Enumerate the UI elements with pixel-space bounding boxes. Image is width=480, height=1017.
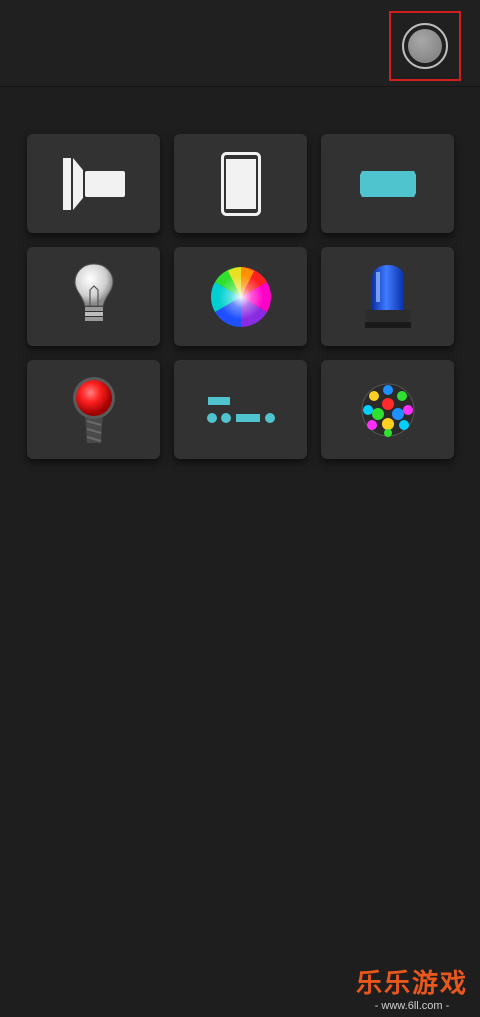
light-bulb-icon — [73, 262, 114, 328]
watermark-url: - www.6ll.com - — [374, 1000, 450, 1012]
blue-siren-icon — [364, 264, 411, 328]
top-bar — [0, 0, 480, 87]
watermark-title: 乐乐游戏 — [355, 969, 468, 999]
red-beacon-icon — [72, 376, 115, 443]
tile-color-wheel[interactable] — [174, 247, 307, 346]
phone-screen-icon — [220, 151, 261, 216]
tile-bulb[interactable] — [27, 247, 160, 346]
flashlight-icon — [62, 157, 125, 210]
disco-ball-icon — [361, 383, 414, 437]
settings-toggle-button[interactable] — [389, 11, 461, 81]
watermark: 乐乐游戏 - www.6ll.com - — [356, 969, 468, 1013]
tile-screen-light[interactable] — [174, 134, 307, 233]
tile-flashlight[interactable] — [27, 134, 160, 233]
tile-color-bar[interactable] — [321, 134, 454, 233]
tile-morse[interactable] — [174, 360, 307, 459]
cyan-bar-icon — [359, 170, 416, 197]
mode-grid — [27, 134, 454, 459]
morse-code-icon — [206, 396, 275, 423]
color-wheel-icon — [210, 266, 271, 327]
tile-police-light[interactable] — [321, 247, 454, 346]
tile-disco[interactable] — [321, 360, 454, 459]
tile-red-button[interactable] — [27, 360, 160, 459]
circle-toggle-icon — [402, 23, 448, 69]
